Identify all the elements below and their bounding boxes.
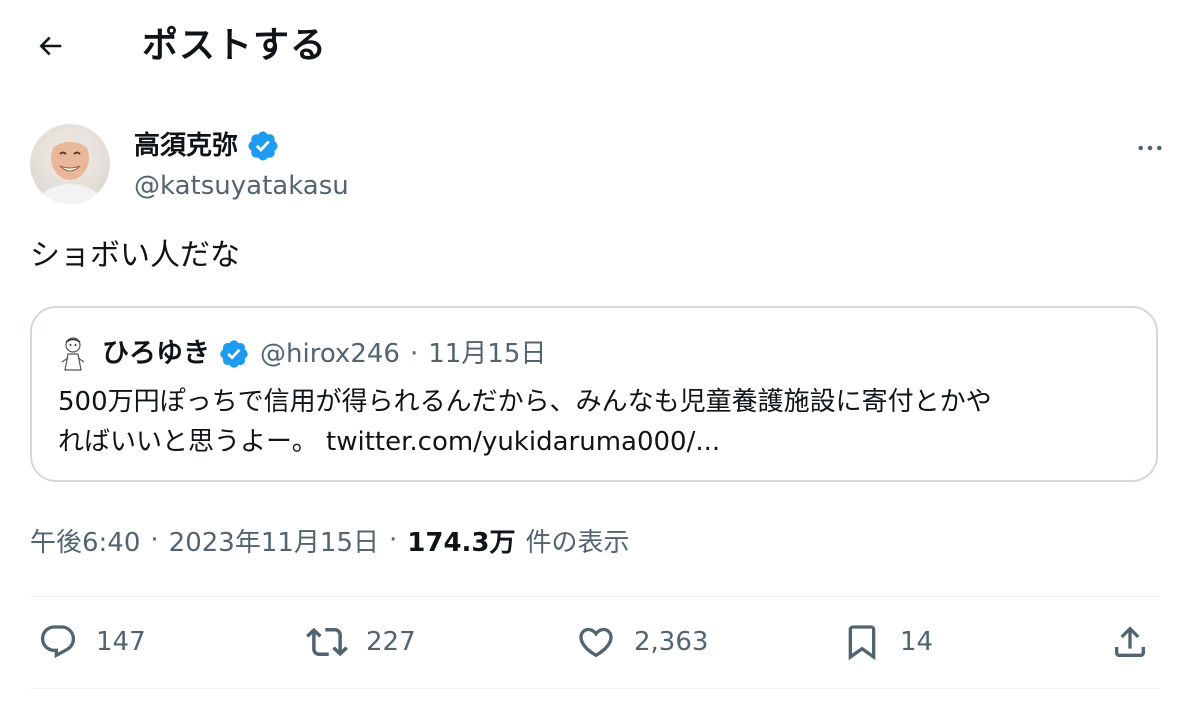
author-handle[interactable]: @katsuyatakasu: [134, 168, 349, 204]
quoted-separator: ·: [409, 339, 419, 369]
like-count: 2,363: [634, 627, 709, 657]
author-name-line: 高須克弥: [134, 126, 280, 166]
quoted-tweet-card[interactable]: ひろゆき @hirox246 · 11月15日 500万円ぽっちで信用が得られる…: [30, 306, 1158, 482]
bookmark-button[interactable]: 14: [842, 618, 933, 666]
tweet-meta: 午後6:40 · 2023年11月15日 · 174.3万 件の表示: [30, 520, 630, 560]
more-options-button[interactable]: [1130, 128, 1170, 168]
quoted-tweet-header: ひろゆき @hirox246 · 11月15日: [58, 334, 546, 374]
author-display-name[interactable]: 高須克弥: [134, 126, 238, 166]
reply-icon: [40, 625, 76, 659]
page-title: ポストする: [142, 25, 328, 66]
views-label: 件の表示: [525, 527, 630, 558]
heart-icon: [579, 627, 613, 658]
quoted-author-name[interactable]: ひろゆき: [102, 334, 210, 374]
verified-badge-icon[interactable]: [246, 129, 280, 163]
divider: [30, 596, 1160, 597]
verified-badge-icon: [218, 338, 250, 370]
author-avatar[interactable]: [30, 124, 110, 204]
quoted-date[interactable]: 11月15日: [428, 334, 546, 374]
quoted-text-line-1: 500万円ぽっちで信用が得られるんだから、みんなも児童養護施設に寄付とかや: [58, 387, 992, 417]
share-icon: [1115, 626, 1145, 657]
repost-button[interactable]: 227: [306, 618, 416, 666]
back-button[interactable]: [28, 24, 72, 68]
like-button[interactable]: 2,363: [576, 618, 708, 666]
reply-button[interactable]: 147: [38, 618, 146, 666]
quoted-text-line-2-text: ればいいと思うよー。: [58, 427, 327, 457]
repost-icon: [306, 627, 348, 657]
divider: [30, 688, 1160, 689]
tweet-text: ショボい人だな: [30, 238, 240, 273]
post-date[interactable]: 2023年11月15日: [169, 522, 379, 559]
avatar-image: [30, 124, 110, 204]
reply-count: 147: [96, 627, 146, 657]
quoted-author-handle: @hirox246: [260, 339, 400, 369]
author-row: 高須克弥 @katsuyatakasu: [30, 122, 1170, 206]
views-count[interactable]: 174.3万: [407, 522, 515, 559]
bookmark-count: 14: [900, 627, 934, 657]
quoted-text-line-2: ればいいと思うよー。 twitter.com/yukidaruma000/...: [58, 422, 1138, 462]
arrow-left-icon: [39, 36, 62, 56]
share-button[interactable]: [1110, 618, 1150, 666]
action-bar: 147 227 2,363 14: [30, 598, 1160, 688]
quoted-tweet-text: 500万円ぽっちで信用が得られるんだから、みんなも児童養護施設に寄付とかや れば…: [58, 382, 1138, 462]
quoted-link[interactable]: twitter.com/yukidaruma000/...: [326, 427, 720, 457]
top-bar: ポストする: [0, 0, 1198, 96]
post-time[interactable]: 午後6:40: [30, 522, 140, 559]
meta-separator: ·: [150, 525, 159, 555]
quoted-author-avatar[interactable]: [58, 336, 88, 372]
meta-separator: ·: [389, 525, 398, 555]
more-dots-icon: [1138, 145, 1162, 151]
bookmark-icon: [848, 625, 876, 661]
repost-count: 227: [366, 627, 416, 657]
